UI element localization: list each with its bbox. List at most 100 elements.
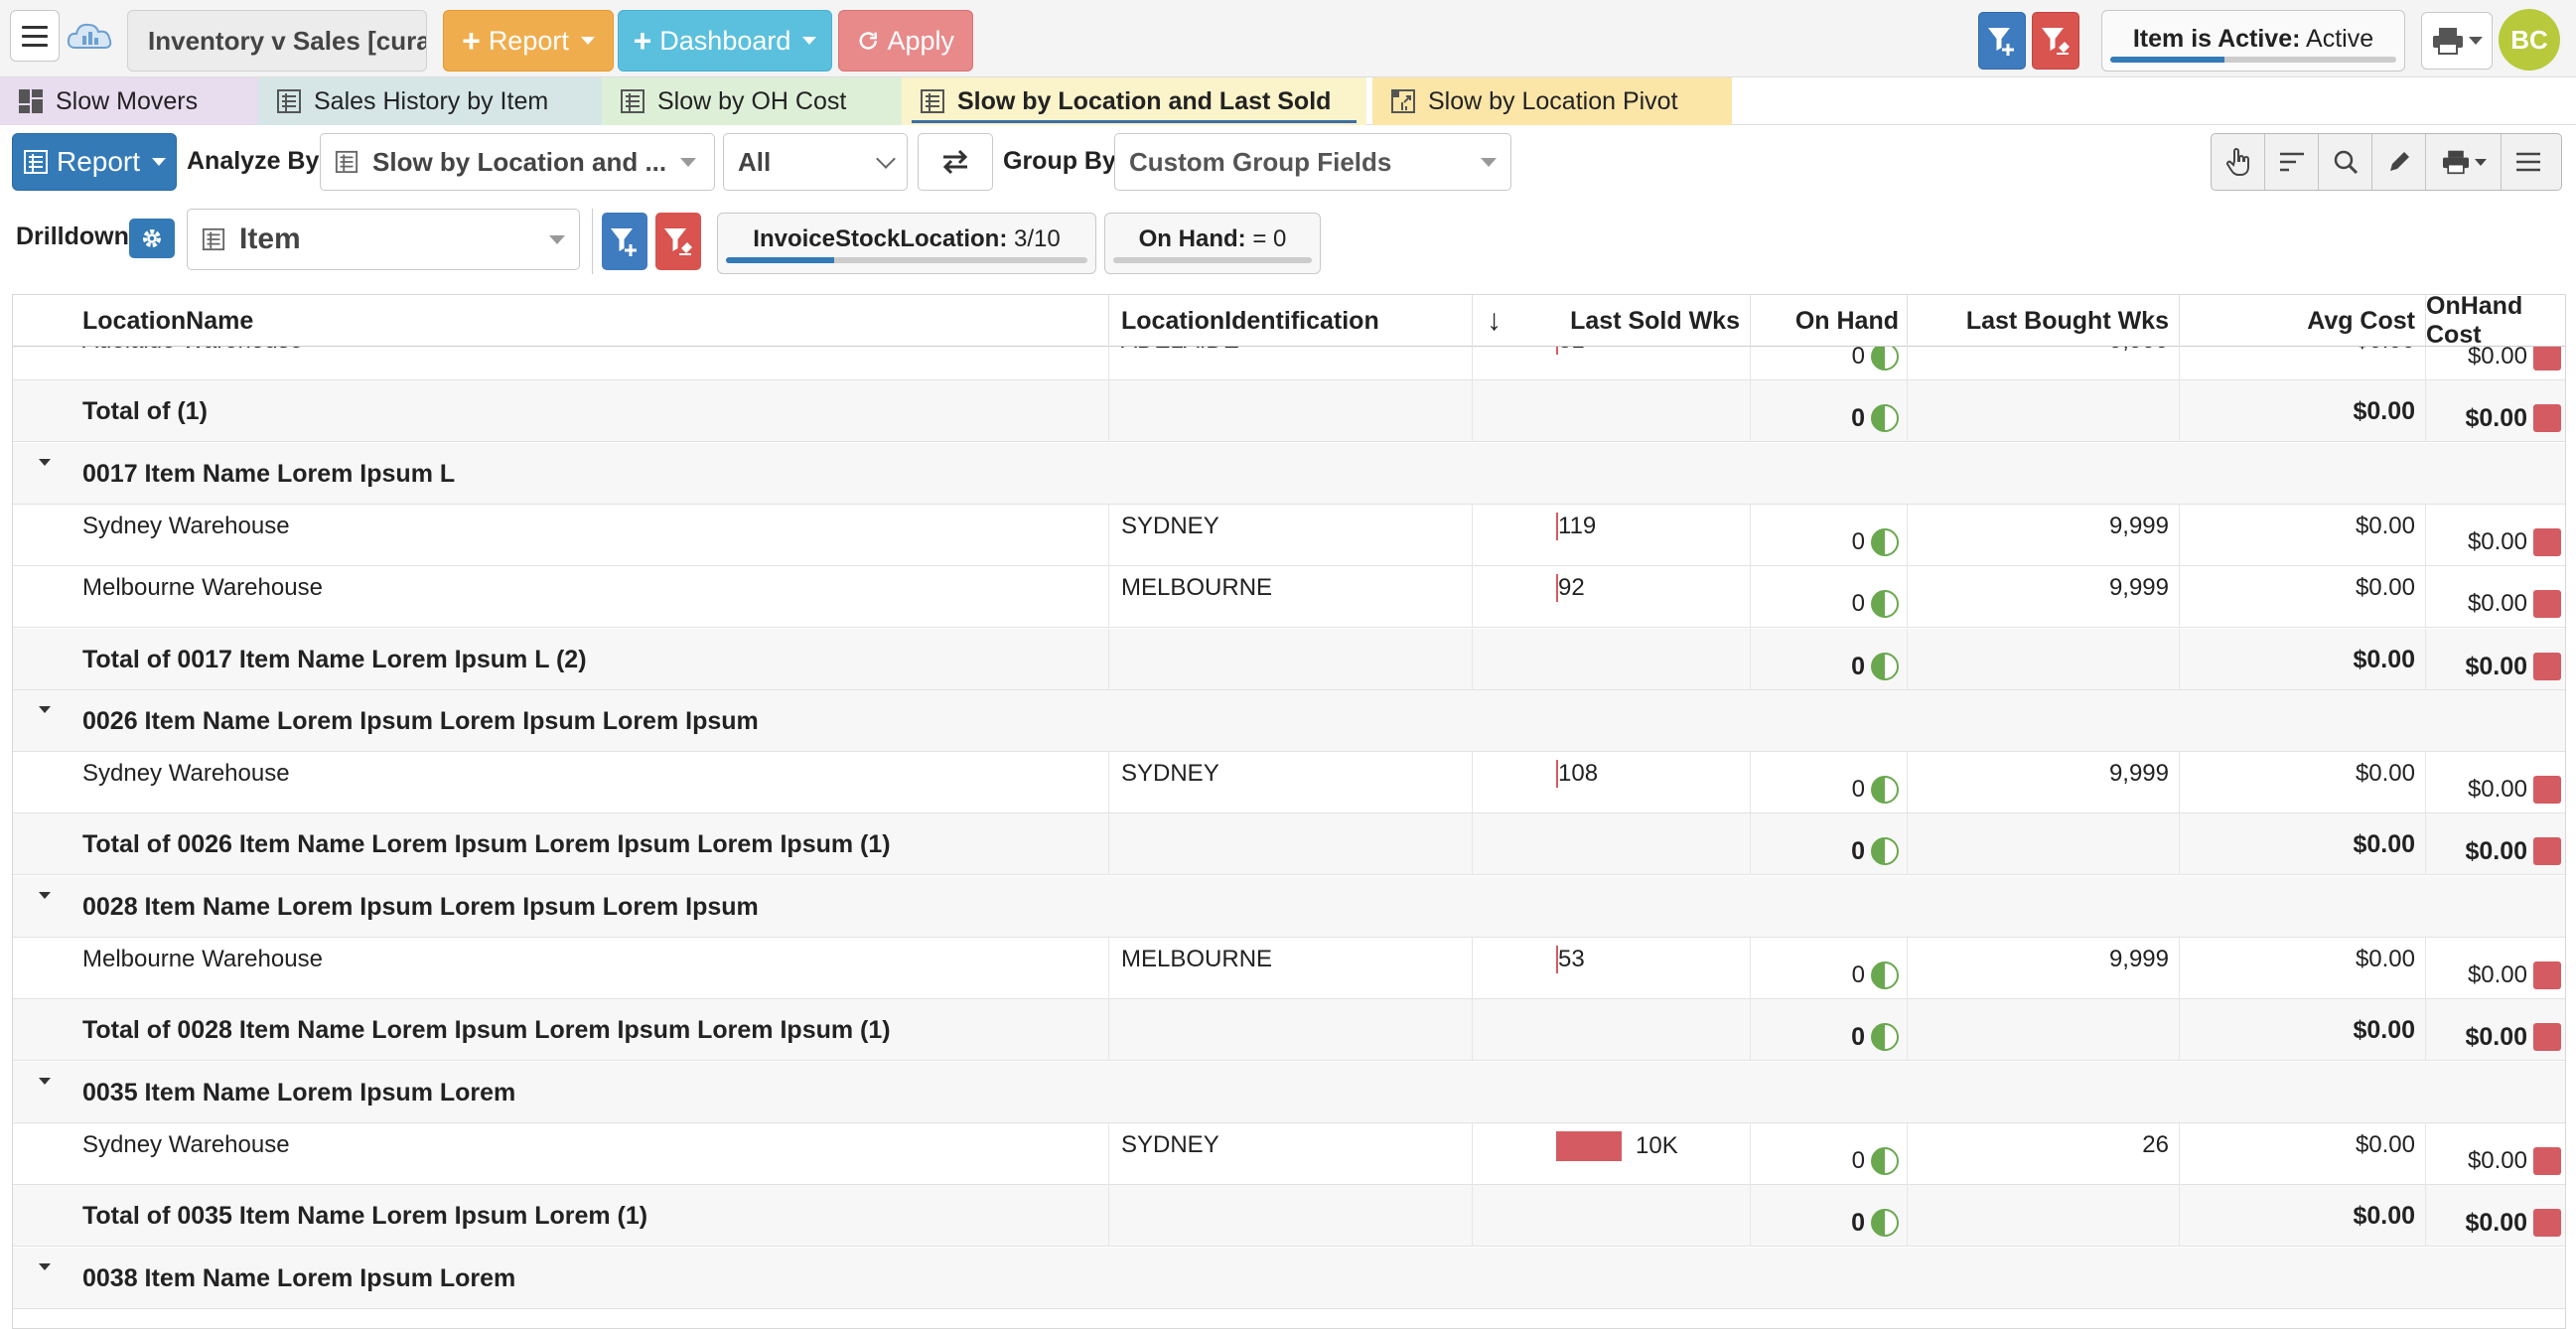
group-row[interactable]: 0035 Item Name Lorem Ipsum Lorem (13, 1062, 2565, 1123)
tab-slow-by-location-pivot[interactable]: Slow by Location Pivot (1372, 77, 1732, 125)
hand-pointer-icon (2225, 148, 2249, 176)
col-header-location-identification[interactable]: LocationIdentification (1109, 295, 1473, 347)
sort-button[interactable] (2265, 134, 2319, 190)
group-name-cell: 0035 Item Name Lorem Ipsum Lorem (13, 1062, 2565, 1123)
apply-button[interactable]: Apply (838, 10, 973, 72)
group-row[interactable]: 0038 Item Name Lorem Ipsum Lorem (13, 1248, 2565, 1309)
total-row[interactable]: Total of 0017 Item Name Lorem Ipsum L (2… (13, 629, 2565, 690)
location-name-cell-text: Total of 0035 Item Name Lorem Ipsum Lore… (82, 1201, 648, 1230)
total-row[interactable]: Total of 0035 Item Name Lorem Ipsum Lore… (13, 1185, 2565, 1247)
avg-cost-cell: $0.00 (2180, 1123, 2426, 1185)
table-row[interactable]: Sydney Warehouse SYDNEY 108 0 9,999 $0.00 $0.0… (13, 752, 2565, 813)
avg-cost-cell: $0.00 (2180, 505, 2426, 566)
table-row[interactable]: Melbourne Warehouse MELBOURNE 53 0 9,999 $0.0… (13, 938, 2565, 999)
location-id-cell (1109, 999, 1473, 1061)
red-status-square-icon (2533, 1147, 2561, 1175)
col-header-onhand-cost[interactable]: OnHand Cost (2426, 295, 2565, 349)
col-header-on-hand[interactable]: On Hand (1751, 295, 1908, 347)
plus-icon: + (462, 23, 481, 59)
group-name-cell-text: 0026 Item Name Lorem Ipsum Lorem Ipsum L… (82, 706, 759, 735)
col-header-last-bought-wks[interactable]: Last Bought Wks (1908, 295, 2180, 347)
pencil-icon (2389, 152, 2409, 171)
last-bought-cell (1908, 813, 2180, 875)
avg-cost-cell-text: $0.00 (2355, 574, 2415, 601)
tab-slow-by-location-and-last-sold[interactable]: Slow by Location and Last Sold (902, 77, 1366, 125)
last-sold-value: 92 (1558, 574, 1585, 601)
total-row[interactable]: Total of 0028 Item Name Lorem Ipsum Lore… (13, 999, 2565, 1061)
caret-down-icon (2474, 158, 2487, 166)
group-by-select[interactable]: Custom Group Fields (1114, 133, 1511, 191)
drilldown-select[interactable]: Item (187, 209, 580, 270)
analyze-by-select[interactable]: Slow by Location and ... (320, 133, 715, 191)
location-name-cell: Total of (1) (13, 380, 1109, 442)
dropdown-arrow-icon (680, 157, 697, 167)
search-button[interactable] (2319, 134, 2372, 190)
touch-mode-button[interactable] (2212, 134, 2265, 190)
drilldown-settings-button[interactable] (129, 219, 175, 258)
table-row[interactable]: Sydney Warehouse SYDNEY 119 0 9,999 $0.00 $0.0… (13, 505, 2565, 566)
group-row[interactable]: 0017 Item Name Lorem Ipsum L (13, 443, 2565, 505)
col-header-location-name[interactable]: LocationName (13, 295, 1109, 347)
tab-slow-by-oh-cost[interactable]: Slow by OH Cost (602, 77, 902, 125)
location-id-cell-text: SYDNEY (1121, 760, 1219, 787)
active-filter-chip[interactable]: Item is Active: Active (2101, 10, 2405, 72)
grid-body: Adelaide Warehouse ADELAIDE 81 0 9,999 $0.00 $… (13, 347, 2565, 1328)
report-grid-icon (202, 227, 225, 251)
last-bought-cell-text: 9,999 (2108, 760, 2169, 787)
last-sold-databar: 53 (1556, 946, 1585, 973)
onhand-cost-cell: $0.00 (2426, 1123, 2565, 1185)
group-row[interactable]: 0028 Item Name Lorem Ipsum Lorem Ipsum L… (13, 876, 2565, 938)
half-circle-status-icon (1871, 837, 1899, 865)
hamburger-menu-button[interactable] (10, 10, 60, 62)
location-name-cell-text: Total of 0028 Item Name Lorem Ipsum Lore… (82, 1015, 891, 1044)
search-icon (2334, 150, 2358, 175)
print-grid-button[interactable] (2426, 134, 2502, 190)
on-hand-filter-chip[interactable]: On Hand: = 0 (1104, 213, 1321, 274)
grid-menu-button[interactable] (2502, 134, 2555, 190)
location-id-cell-text: ADELAIDE (1121, 347, 1239, 355)
clear-filter-button[interactable] (2032, 12, 2079, 70)
location-name-cell-text: Sydney Warehouse (82, 760, 290, 787)
tab-label: Slow by Location Pivot (1428, 86, 1678, 115)
report-menu-button[interactable]: + Report (443, 10, 614, 72)
tab-label: Slow Movers (56, 86, 199, 115)
table-row[interactable]: Sydney Warehouse SYDNEY 10K 0 26 $0.00 $0.00 (13, 1123, 2565, 1185)
dashboard-icon (19, 89, 43, 113)
report-grid-icon (23, 150, 48, 174)
tab-slow-movers[interactable]: Slow Movers (0, 77, 258, 125)
dropdown-arrow-icon (1481, 157, 1497, 167)
on-hand-cell: 0 (1751, 347, 1908, 380)
report-options-button[interactable]: Report (12, 133, 177, 191)
clear-drilldown-filter-button[interactable] (655, 213, 701, 270)
group-row[interactable]: 0026 Item Name Lorem Ipsum Lorem Ipsum L… (13, 690, 2565, 752)
swap-button[interactable] (918, 133, 993, 191)
dashboard-menu-button[interactable]: + Dashboard (618, 10, 832, 72)
user-avatar[interactable]: BC (2499, 9, 2560, 71)
invoice-stock-location-filter-chip[interactable]: InvoiceStockLocation: 3/10 (717, 213, 1096, 274)
col-header-last-sold-wks[interactable]: ↓ Last Sold Wks (1473, 295, 1751, 347)
table-row[interactable]: Melbourne Warehouse MELBOURNE 92 0 9,999 $0.0… (13, 566, 2565, 628)
last-bought-cell: 9,999 (1908, 347, 2180, 380)
location-id-cell: MELBOURNE (1109, 938, 1473, 999)
add-drilldown-filter-button[interactable] (602, 213, 647, 270)
avg-cost-cell-text: $0.00 (2356, 347, 2415, 355)
total-row[interactable]: Total of 0026 Item Name Lorem Ipsum Lore… (13, 813, 2565, 875)
location-name-cell-text: Total of 0017 Item Name Lorem Ipsum L (2… (82, 645, 587, 673)
tab-sales-history-by-item[interactable]: Sales History by Item (258, 77, 602, 125)
dashboard-title[interactable]: Inventory v Sales [curat (127, 10, 427, 72)
location-name-cell: Sydney Warehouse (13, 1123, 1109, 1185)
last-sold-cell (1473, 1185, 1751, 1247)
onhand-cost-cell-text: $0.00 (2467, 590, 2527, 617)
edit-button[interactable] (2372, 134, 2426, 190)
col-header-avg-cost[interactable]: Avg Cost (2180, 295, 2426, 347)
half-circle-status-icon (1871, 528, 1899, 556)
print-menu-button[interactable] (2421, 12, 2493, 70)
last-bought-cell-text: 9,999 (2108, 513, 2169, 539)
on-hand-cell: 0 (1751, 380, 1908, 442)
half-circle-status-icon (1871, 653, 1899, 680)
location-name-cell: Melbourne Warehouse (13, 566, 1109, 628)
scope-select[interactable]: All (723, 133, 908, 191)
table-row[interactable]: Adelaide Warehouse ADELAIDE 81 0 9,999 $0.00 $… (13, 347, 2565, 380)
total-row[interactable]: Total of (1) 0 $0.00 $0.00 (13, 380, 2565, 442)
add-filter-button[interactable] (1978, 12, 2026, 70)
